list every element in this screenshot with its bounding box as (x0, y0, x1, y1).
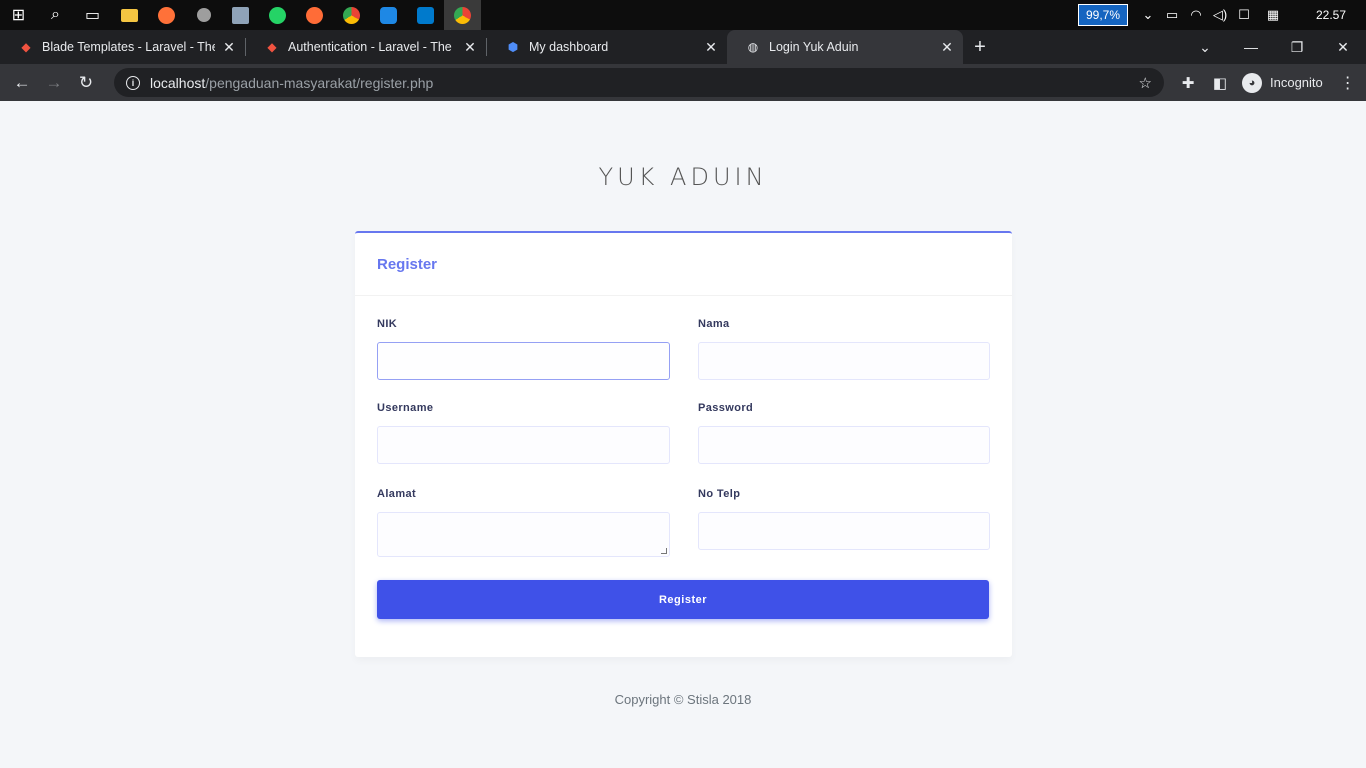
tab-authentication[interactable]: ◆ Authentication - Laravel - The PH ✕ (246, 30, 486, 64)
chrome-active-icon[interactable] (444, 0, 481, 30)
register-button[interactable]: Register (377, 580, 989, 619)
battery-badge[interactable]: 99,7% (1077, 4, 1128, 26)
username-label: Username (377, 402, 434, 414)
volume-icon[interactable]: ◁) (1208, 7, 1232, 23)
back-icon[interactable]: ← (6, 67, 38, 99)
password-label: Password (698, 402, 754, 414)
close-tab-icon[interactable]: ✕ (703, 39, 719, 56)
nik-label: NIK (377, 318, 398, 330)
footer-copyright: Copyright © Stisla 2018 (614, 692, 752, 707)
brand-title: YUK ADUIN (598, 163, 768, 191)
nama-label: Nama (698, 318, 730, 330)
bookmark-star-icon[interactable]: ☆ (1139, 74, 1152, 92)
address-bar[interactable]: i localhost/pengaduan-masyarakat/registe… (114, 68, 1164, 97)
file-explorer-icon[interactable] (111, 0, 148, 30)
form-row: NIK Nama (377, 318, 990, 380)
alamat-group: Alamat (377, 488, 670, 557)
card-title: Register (377, 255, 438, 273)
taskbar-apps: ⊞ ⌕ ▭ (0, 0, 481, 30)
minimize-icon[interactable]: — (1228, 30, 1274, 64)
close-tab-icon[interactable]: ✕ (462, 39, 478, 56)
chevron-up-icon[interactable]: ⌄ (1136, 7, 1160, 23)
url-path: /pengaduan-masyarakat/register.php (205, 74, 434, 91)
search-icon[interactable]: ⌕ (37, 0, 74, 30)
page-content: YUK ADUIN Register NIK Nama Username Pas… (0, 101, 1366, 768)
forward-icon[interactable]: → (38, 67, 70, 99)
app-icon[interactable] (185, 0, 222, 30)
menu-icon[interactable]: ⋮ (1333, 73, 1363, 93)
alamat-textarea[interactable] (377, 512, 670, 557)
wifi-icon[interactable]: ◠ (1184, 7, 1208, 23)
nama-group: Nama (698, 318, 990, 380)
restore-icon[interactable]: ❐ (1274, 30, 1320, 64)
side-panel-icon[interactable]: ◧ (1204, 74, 1236, 92)
password-group: Password (698, 402, 990, 464)
postman-icon[interactable] (296, 0, 333, 30)
keyboard-icon[interactable]: ▦ (1256, 7, 1290, 23)
reload-icon[interactable]: ↻ (70, 67, 102, 99)
laravel-icon: ◆ (267, 40, 277, 54)
card-body: NIK Nama Username Password Alamat No Tel… (355, 296, 1012, 641)
no-telp-input[interactable] (698, 512, 990, 550)
windows-taskbar: ⊞ ⌕ ▭ 99,7% ⌄ ▭ ◠ ◁) ☐ ▦ 22.57 (0, 0, 1366, 30)
chrome-icon[interactable] (333, 0, 370, 30)
form-row: Username Password (377, 402, 990, 464)
incognito-profile[interactable]: ◕ Incognito (1242, 72, 1323, 93)
nama-input[interactable] (698, 342, 990, 380)
username-group: Username (377, 402, 670, 464)
incognito-label: Incognito (1270, 75, 1323, 90)
tab-title: Blade Templates - Laravel - The P (42, 40, 215, 54)
url-host: localhost (150, 74, 206, 91)
system-tray: 99,7% ⌄ ▭ ◠ ◁) ☐ ▦ 22.57 (1077, 0, 1366, 30)
task-view-icon[interactable]: ▭ (74, 0, 111, 30)
vscode-icon[interactable] (407, 0, 444, 30)
close-tab-icon[interactable]: ✕ (939, 39, 955, 56)
alamat-label: Alamat (377, 488, 417, 500)
window-controls: ⌄ — ❐ ✕ (1182, 30, 1366, 64)
password-input[interactable] (698, 426, 990, 464)
register-card: Register NIK Nama Username Password Alam… (355, 231, 1012, 657)
incognito-icon: ◕ (1242, 72, 1262, 93)
username-input[interactable] (377, 426, 670, 464)
tab-blade-templates[interactable]: ◆ Blade Templates - Laravel - The P ✕ (0, 30, 245, 64)
no-telp-label: No Telp (698, 488, 741, 500)
nik-input[interactable] (377, 342, 670, 380)
firefox-icon[interactable] (148, 0, 185, 30)
remote-desktop-icon[interactable] (222, 0, 259, 30)
nik-group: NIK (377, 318, 670, 380)
shield-icon: ⬢ (507, 40, 519, 54)
tab-login-yuk-aduin[interactable]: ◍ Login Yuk Aduin ✕ (727, 30, 963, 64)
tab-title: Authentication - Laravel - The PH (288, 40, 456, 54)
resize-grip-icon[interactable] (661, 548, 667, 554)
extensions-icon[interactable]: ✚ (1172, 74, 1204, 92)
new-tab-button[interactable]: + (963, 30, 997, 64)
tab-my-dashboard[interactable]: ⬢ My dashboard ✕ (487, 30, 727, 64)
tab-strip: ◆ Blade Templates - Laravel - The P ✕ ◆ … (0, 30, 1366, 64)
card-header: Register (355, 233, 1012, 296)
close-tab-icon[interactable]: ✕ (221, 39, 237, 56)
form-row: Alamat No Telp (377, 488, 990, 557)
tab-title: My dashboard (529, 40, 609, 54)
no-telp-group: No Telp (698, 488, 990, 557)
laravel-icon: ◆ (21, 40, 31, 54)
site-info-icon[interactable]: i (126, 75, 140, 90)
clock[interactable]: 22.57 (1296, 8, 1366, 22)
tab-title: Login Yuk Aduin (769, 40, 859, 54)
notification-icon[interactable]: ☐ (1232, 7, 1256, 23)
close-window-icon[interactable]: ✕ (1320, 30, 1366, 64)
whatsapp-icon[interactable] (259, 0, 296, 30)
app-blue-icon[interactable] (370, 0, 407, 30)
browser-toolbar: ← → ↻ i localhost/pengaduan-masyarakat/r… (0, 64, 1366, 101)
windows-start-icon[interactable]: ⊞ (0, 0, 37, 30)
battery-icon[interactable]: ▭ (1160, 7, 1184, 23)
globe-icon: ◍ (747, 40, 759, 54)
tab-search-icon[interactable]: ⌄ (1182, 30, 1228, 64)
toolbar-actions: ✚ ◧ ◕ Incognito ⋮ (1172, 72, 1363, 93)
